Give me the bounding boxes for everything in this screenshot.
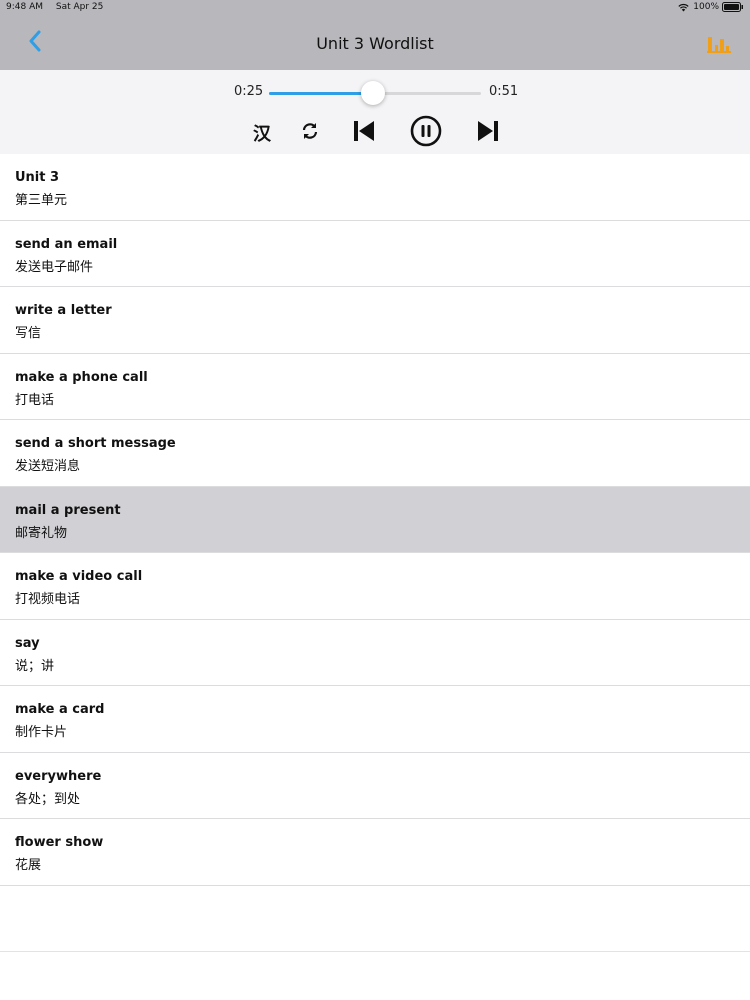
word-row[interactable]: make a phone call 打电话 [0, 354, 750, 420]
repeat-icon [300, 121, 320, 145]
word-row[interactable]: make a card 制作卡片 [0, 686, 750, 753]
battery-icon [722, 2, 744, 12]
status-left: 9:48 AM Sat Apr 25 [6, 2, 103, 12]
word-chinese: 打电话 [15, 392, 55, 408]
word-chinese: 花展 [15, 858, 42, 873]
word-list: Unit 3 第三单元 send an email 发送电子邮件 write a… [0, 154, 750, 952]
word-row[interactable]: say 说；讲 [0, 620, 750, 686]
battery-percent: 100% [693, 2, 719, 12]
word-chinese: 制作卡片 [15, 725, 68, 740]
wifi-icon [678, 3, 689, 12]
word-english: make a video call [15, 569, 143, 584]
page-title: Unit 3 Wordlist [316, 34, 434, 53]
word-english: Unit 3 [15, 170, 60, 185]
chevron-left-icon [28, 30, 42, 56]
slider-thumb[interactable] [360, 81, 385, 105]
chinese-toggle-button[interactable]: 汉 [245, 116, 279, 150]
word-row[interactable]: make a video call 打视频电话 [0, 553, 750, 620]
back-button[interactable] [20, 28, 50, 58]
stats-button[interactable] [704, 30, 734, 60]
status-time: 9:48 AM [6, 2, 43, 12]
word-chinese: 邮寄礼物 [15, 525, 68, 541]
word-english: mail a present [15, 502, 121, 518]
pause-button[interactable] [409, 115, 443, 151]
slider-fill [269, 92, 373, 95]
word-english: send a short message [15, 436, 176, 451]
repeat-button[interactable] [293, 116, 327, 150]
word-chinese: 第三单元 [15, 193, 68, 208]
progress-slider[interactable] [269, 81, 481, 105]
word-english: write a letter [15, 303, 112, 318]
previous-icon [352, 119, 376, 147]
word-row[interactable]: Unit 3 第三单元 [0, 154, 750, 221]
previous-button[interactable] [347, 116, 381, 150]
word-row[interactable]: send a short message 发送短消息 [0, 420, 750, 487]
word-chinese: 写信 [15, 326, 42, 341]
word-english: everywhere [15, 768, 102, 784]
word-english: flower show [15, 835, 104, 850]
word-english: send an email [15, 236, 118, 252]
word-row[interactable]: write a letter 写信 [0, 287, 750, 354]
pause-icon [410, 115, 442, 151]
status-bar: 9:48 AM Sat Apr 25 100% [0, 0, 750, 16]
word-chinese: 打视频电话 [15, 592, 81, 607]
status-right: 100% [678, 2, 744, 12]
word-row[interactable]: mail a present 邮寄礼物 [0, 486, 750, 553]
word-english: make a card [15, 702, 105, 717]
word-chinese: 说；讲 [15, 658, 55, 674]
word-chinese: 发送电子邮件 [15, 259, 94, 275]
word-chinese: 发送短消息 [15, 459, 81, 474]
current-time: 0:25 [234, 84, 264, 99]
word-english: say [15, 635, 40, 651]
navigation-bar: Unit 3 Wordlist [0, 16, 750, 70]
status-date: Sat Apr 25 [55, 2, 104, 12]
word-english: make a phone call [15, 369, 148, 385]
word-row[interactable]: send an email 发送电子邮件 [0, 221, 750, 287]
bar-chart-icon [707, 33, 731, 57]
next-button[interactable] [471, 116, 505, 150]
next-icon [476, 119, 500, 147]
word-chinese: 各处；到处 [15, 791, 81, 807]
audio-player: 0:25 0:51 汉 [0, 70, 750, 154]
word-row[interactable]: flower show 花展 [0, 819, 750, 886]
total-time: 0:51 [489, 84, 519, 99]
word-row[interactable]: everywhere 各处；到处 [0, 753, 750, 819]
empty-row [0, 886, 750, 952]
